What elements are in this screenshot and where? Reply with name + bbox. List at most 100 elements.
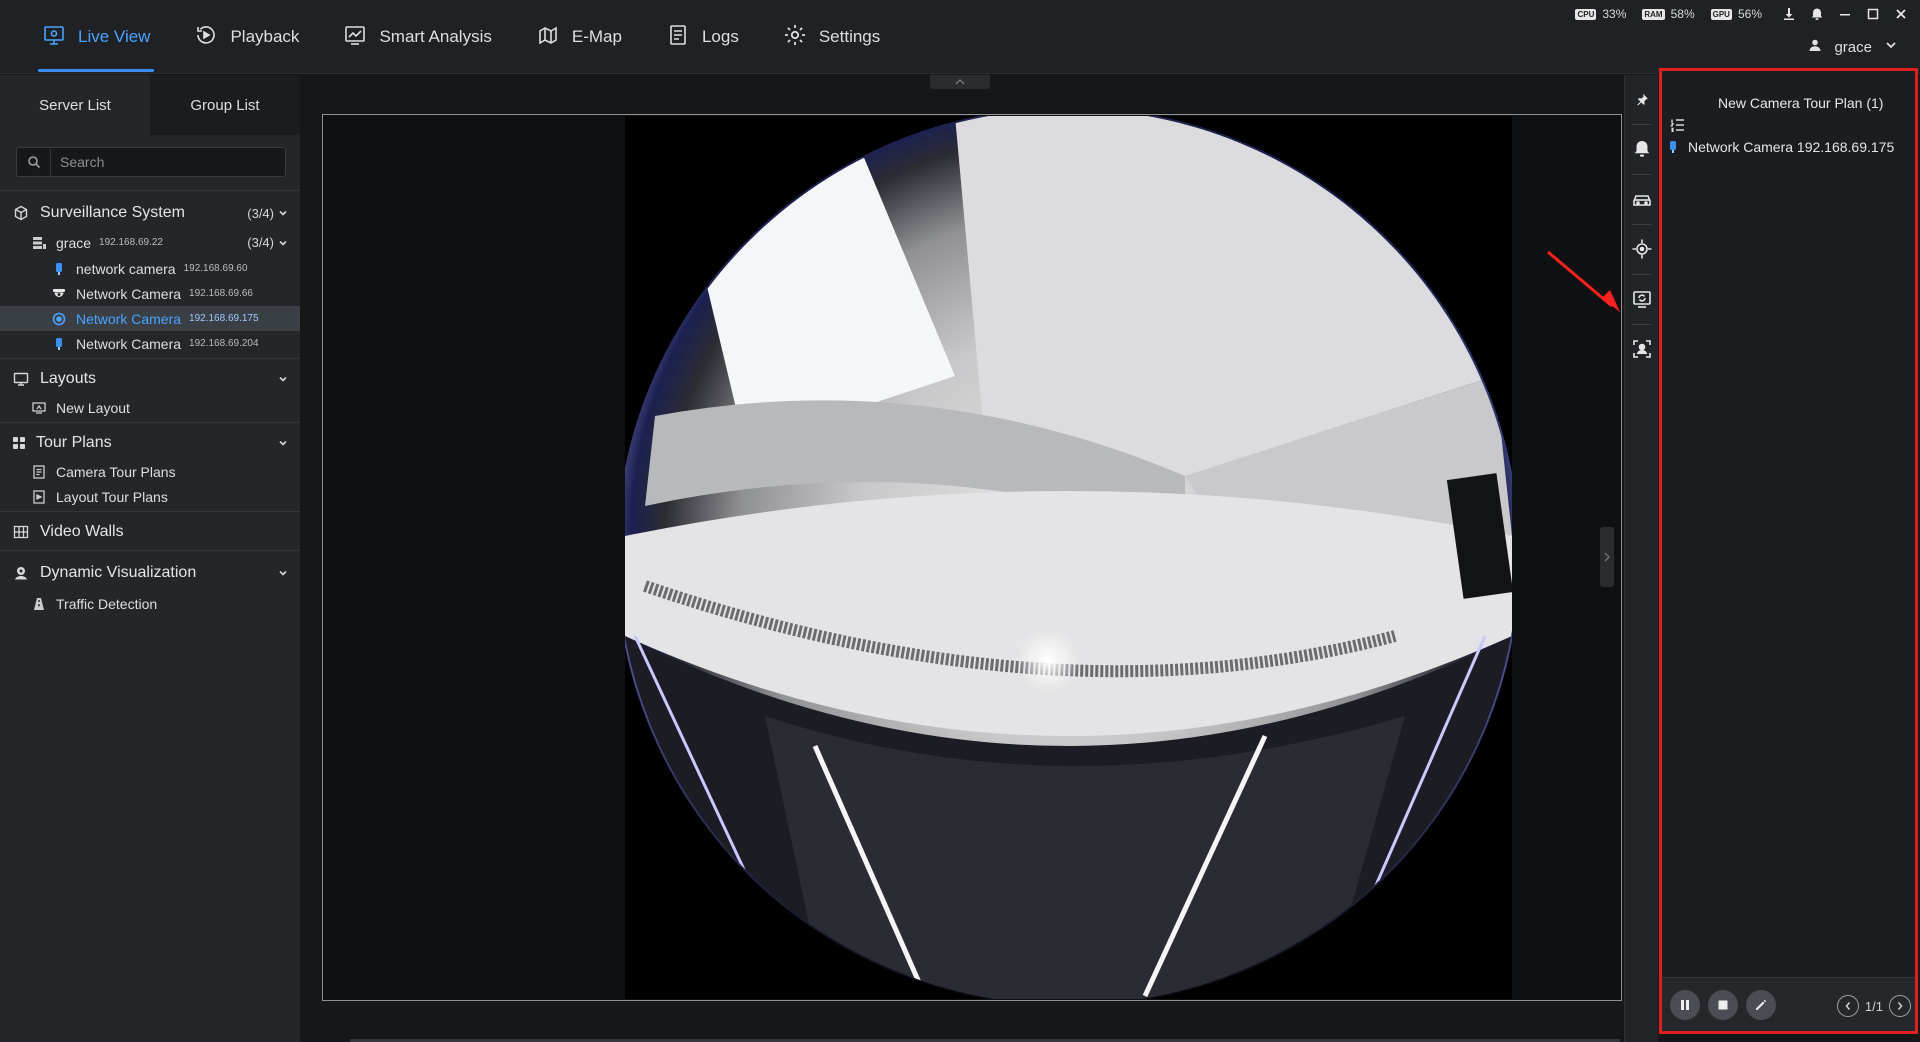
nav-e-map[interactable]: E-Map <box>514 0 644 74</box>
layout-item-icon <box>30 399 48 417</box>
stop-icon <box>1718 1000 1728 1010</box>
tree-server-grace[interactable]: grace 192.168.69.22 (3/4) <box>0 229 300 256</box>
tree-label: Network Camera <box>76 335 182 352</box>
tree-layouts[interactable]: Layouts <box>0 363 300 395</box>
layout-tour-plan-icon <box>30 488 48 506</box>
divider <box>1632 324 1652 325</box>
chevron-down-icon[interactable] <box>278 438 288 448</box>
resource-panel: Server List Group List Surveillance Syst… <box>0 75 300 1042</box>
bullet-camera-icon <box>1670 141 1676 153</box>
tree-label: Video Walls <box>40 523 124 540</box>
user-menu[interactable]: grace <box>1808 38 1898 56</box>
alarm-button[interactable] <box>1625 129 1659 169</box>
tree-label: Surveillance System <box>40 204 185 221</box>
prev-page-button[interactable] <box>1836 995 1859 1017</box>
tree-new-layout[interactable]: New Layout <box>0 395 300 420</box>
surveillance-system-icon <box>12 204 30 222</box>
layout-icon <box>12 370 30 388</box>
chevron-down-icon[interactable] <box>278 208 288 218</box>
tree-video-walls[interactable]: Video Walls <box>0 516 300 548</box>
logs-icon <box>666 23 690 52</box>
live-view-icon <box>42 23 66 52</box>
gpu-chip-icon: GPU <box>1710 8 1732 20</box>
tree-tour-plans[interactable]: Tour Plans <box>0 427 300 459</box>
tree-label: Network Camera <box>76 285 182 302</box>
chevron-down-icon[interactable] <box>278 568 288 578</box>
stop-button[interactable] <box>1708 990 1738 1020</box>
right-tool-strip <box>1624 75 1658 1042</box>
maximize-icon[interactable] <box>1862 4 1884 24</box>
tree-traffic-detection[interactable]: Traffic Detection <box>0 591 300 616</box>
tour-pager: 1/1 <box>1836 995 1911 1017</box>
tree-label: Camera Tour Plans <box>56 463 176 480</box>
next-page-button[interactable] <box>1889 995 1911 1017</box>
e-map-icon <box>536 23 560 52</box>
tree-label: Network Camera <box>76 310 182 327</box>
edit-button[interactable] <box>1746 990 1776 1020</box>
tree-camera-175[interactable]: Network Camera 192.168.69.175 <box>0 306 300 331</box>
vehicle-button[interactable] <box>1625 179 1659 219</box>
nav-live-view[interactable]: Live View <box>20 0 172 74</box>
pencil-icon <box>1756 999 1767 1010</box>
bell-icon[interactable] <box>1806 4 1828 24</box>
camera-tour-plan-icon <box>30 463 48 481</box>
search-icon[interactable] <box>17 148 51 176</box>
divider <box>1632 274 1652 275</box>
playback-icon <box>194 23 218 52</box>
tree-dynamic-visualization[interactable]: Dynamic Visualization <box>0 555 300 591</box>
nav-playback[interactable]: Playback <box>172 0 321 74</box>
pin-icon <box>1637 93 1648 106</box>
cpu-chip-icon: CPU <box>1575 8 1597 20</box>
nav-label: Live View <box>78 27 151 46</box>
tree-layout-tour-plans[interactable]: Layout Tour Plans <box>0 484 300 509</box>
pin-button[interactable] <box>1625 79 1659 119</box>
nav-label: Playback <box>230 27 300 46</box>
close-icon[interactable] <box>1890 4 1912 24</box>
nav-logs[interactable]: Logs <box>644 0 761 74</box>
camera-tour-button[interactable] <box>1625 279 1659 319</box>
chevron-right-icon <box>1897 1002 1903 1010</box>
toolbar-toggle[interactable] <box>930 75 990 89</box>
chevron-down-icon[interactable] <box>278 374 288 384</box>
dome-camera-icon <box>50 285 68 303</box>
tab-group-list[interactable]: Group List <box>150 75 300 135</box>
ptz-button[interactable] <box>1625 229 1659 269</box>
top-bar: Live View Playback Smart Analysis E-Map … <box>0 0 1920 74</box>
face-recognition-icon <box>1633 340 1651 358</box>
minimize-icon[interactable] <box>1834 4 1856 24</box>
fisheye-video-feed[interactable] <box>625 116 1512 999</box>
face-button[interactable] <box>1625 329 1659 369</box>
tour-camera-item[interactable]: Network Camera 192.168.69.175 <box>1668 139 1894 155</box>
tree-surveillance-system[interactable]: Surveillance System (3/4) <box>0 197 300 229</box>
traffic-detection-icon <box>30 595 48 613</box>
tour-controls: 1/1 <box>1662 977 1915 1031</box>
nav-smart-analysis[interactable]: Smart Analysis <box>321 0 513 74</box>
tree-camera-60[interactable]: network camera 192.168.69.60 <box>0 256 300 281</box>
camera-ip: 192.168.69.66 <box>189 288 253 299</box>
tree-label: Layout Tour Plans <box>56 488 168 505</box>
divider <box>0 509 300 512</box>
tree-camera-204[interactable]: Network Camera 192.168.69.204 <box>0 331 300 356</box>
tree-label: network camera <box>76 260 176 277</box>
tree-camera-tour-plans[interactable]: Camera Tour Plans <box>0 459 300 484</box>
nav-settings[interactable]: Settings <box>761 0 902 74</box>
tree-label: Layouts <box>40 370 97 387</box>
video-wall-icon <box>12 523 30 541</box>
pause-button[interactable] <box>1670 990 1700 1020</box>
gear-icon <box>783 23 807 52</box>
camera-ip: 192.168.69.175 <box>189 313 259 324</box>
video-window[interactable] <box>322 114 1622 1001</box>
chevron-down-icon[interactable] <box>278 238 288 248</box>
nav-label: Settings <box>818 27 881 46</box>
collapse-right-panel[interactable] <box>1600 527 1614 587</box>
tree-label: grace <box>56 234 92 251</box>
bell-icon <box>1634 141 1650 157</box>
pause-icon <box>1681 1000 1689 1010</box>
download-icon[interactable] <box>1778 4 1800 24</box>
tree-label: Dynamic Visualization <box>40 564 197 581</box>
tree-camera-66[interactable]: Network Camera 192.168.69.66 <box>0 281 300 306</box>
list-icon[interactable] <box>1670 117 1686 133</box>
search-input[interactable] <box>51 154 285 170</box>
divider <box>0 190 300 191</box>
tab-server-list[interactable]: Server List <box>0 75 150 135</box>
